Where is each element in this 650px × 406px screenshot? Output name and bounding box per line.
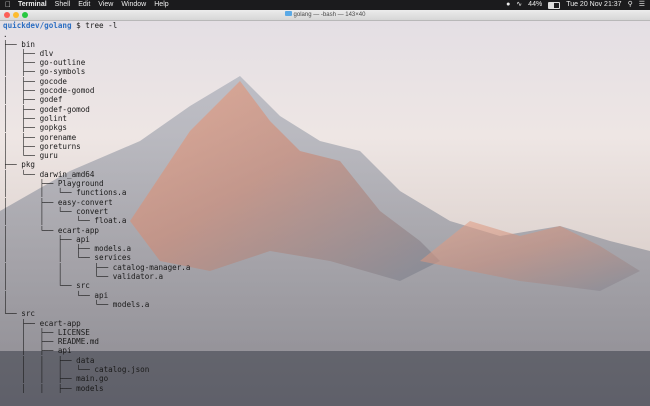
window-title-text: golang — -bash — 143×40 <box>293 12 366 18</box>
terminal-title-bar[interactable]: golang — -bash — 143×40 <box>0 10 650 21</box>
tree-line: │ │ ├── models.a <box>3 244 132 254</box>
app-menu-terminal[interactable]: Terminal <box>18 0 47 10</box>
tree-line: │ ├── gopkgs <box>3 123 68 133</box>
tree-line: │ ├── LICENSE <box>3 327 90 337</box>
tree-line: │ ├── api <box>3 346 72 356</box>
tree-line: └── src <box>3 309 36 319</box>
tree-line: │ └── guru <box>3 151 58 161</box>
tree-line: ├── pkg <box>3 160 36 170</box>
terminal-content[interactable]: quickdev/golang $ tree -l . ├── bin │ ├─… <box>0 21 650 406</box>
menu-help[interactable]: Help <box>154 0 168 10</box>
desktop-screen:  Terminal Shell Edit View Window Help ●… <box>0 0 650 406</box>
tree-line: │ ├── golint <box>3 113 68 123</box>
prompt-user: quickdev/golang <box>3 21 72 30</box>
tree-line: │ ├── go-symbols <box>3 67 86 77</box>
status-area: ● ∿ 44% Tue 20 Nov 21:37 ⚲ ☰ <box>506 0 650 10</box>
tree-line: │ └── darwin_amd64 <box>3 169 95 179</box>
tree-line: │ ├── dlv <box>3 48 54 58</box>
tree-line: │ ├── Playground <box>3 179 104 189</box>
menu-shell[interactable]: Shell <box>55 0 71 10</box>
menu-clock[interactable]: Tue 20 Nov 21:37 <box>566 0 621 10</box>
tree-line: │ │ └── functions.a <box>3 188 127 198</box>
terminal-output[interactable]: quickdev/golang $ tree -l . ├── bin │ ├─… <box>3 21 190 393</box>
prompt-symbol: $ <box>71 21 86 30</box>
tree-line: │ │ └── float.a <box>3 216 127 226</box>
notification-center-icon[interactable]: ☰ <box>639 0 645 10</box>
tree-line: . <box>3 30 8 40</box>
tree-line: ├── bin <box>3 39 36 49</box>
tree-line: │ ├── api <box>3 234 90 244</box>
tree-line: │ │ └── validator.a <box>3 272 164 282</box>
tree-line: │ ├── gorename <box>3 132 77 142</box>
tree-line: │ │ └── convert <box>3 206 109 216</box>
tree-line: │ ├── godef-gomod <box>3 104 90 114</box>
tree-line: │ ├── README.md <box>3 337 100 347</box>
spotlight-search-icon[interactable]: ⚲ <box>628 0 633 10</box>
menu-view[interactable]: View <box>98 0 113 10</box>
prompt-command: tree -l <box>85 21 118 30</box>
menu-edit[interactable]: Edit <box>78 0 90 10</box>
battery-percent[interactable]: 44% <box>528 0 542 10</box>
tree-line: │ │ └── services <box>3 253 132 263</box>
tree-output: . ├── bin │ ├── dlv │ ├── go-outline │ ├… <box>3 30 190 392</box>
wifi-icon[interactable]: ∿ <box>516 0 522 10</box>
apple-menu-icon[interactable]:  <box>5 0 13 10</box>
tree-line: │ ├── godef <box>3 95 63 105</box>
terminal-prompt-line: quickdev/golang $ tree -l <box>3 21 117 30</box>
tree-line: │ │ ├── main.go <box>3 374 109 384</box>
menu-window[interactable]: Window <box>121 0 146 10</box>
tree-line: │ ├── easy-convert <box>3 197 113 207</box>
tree-line: ├── ecart-app <box>3 318 81 328</box>
battery-icon[interactable] <box>548 1 561 9</box>
folder-icon <box>284 10 292 16</box>
tree-line: │ └── models.a <box>3 299 150 309</box>
tree-line: │ │ ├── models <box>3 383 104 393</box>
tree-line: │ ├── gocode <box>3 76 68 86</box>
tree-line: │ │ ├── data <box>3 355 95 365</box>
tree-line: │ ├── gocode-gomod <box>3 86 95 96</box>
menu-bar:  Terminal Shell Edit View Window Help ●… <box>0 0 650 10</box>
tree-line: │ └── api <box>3 290 109 300</box>
siri-icon[interactable]: ● <box>506 0 510 10</box>
tree-line: │ └── ecart-app <box>3 225 100 235</box>
tree-line: │ │ │ └── catalog.json <box>3 364 150 374</box>
tree-line: │ └── src <box>3 281 90 291</box>
tree-line: │ │ ├── catalog-manager.a <box>3 262 191 272</box>
window-title: golang — -bash — 143×40 <box>0 10 650 21</box>
tree-line: │ ├── goreturns <box>3 141 81 151</box>
tree-line: │ ├── go-outline <box>3 58 86 68</box>
